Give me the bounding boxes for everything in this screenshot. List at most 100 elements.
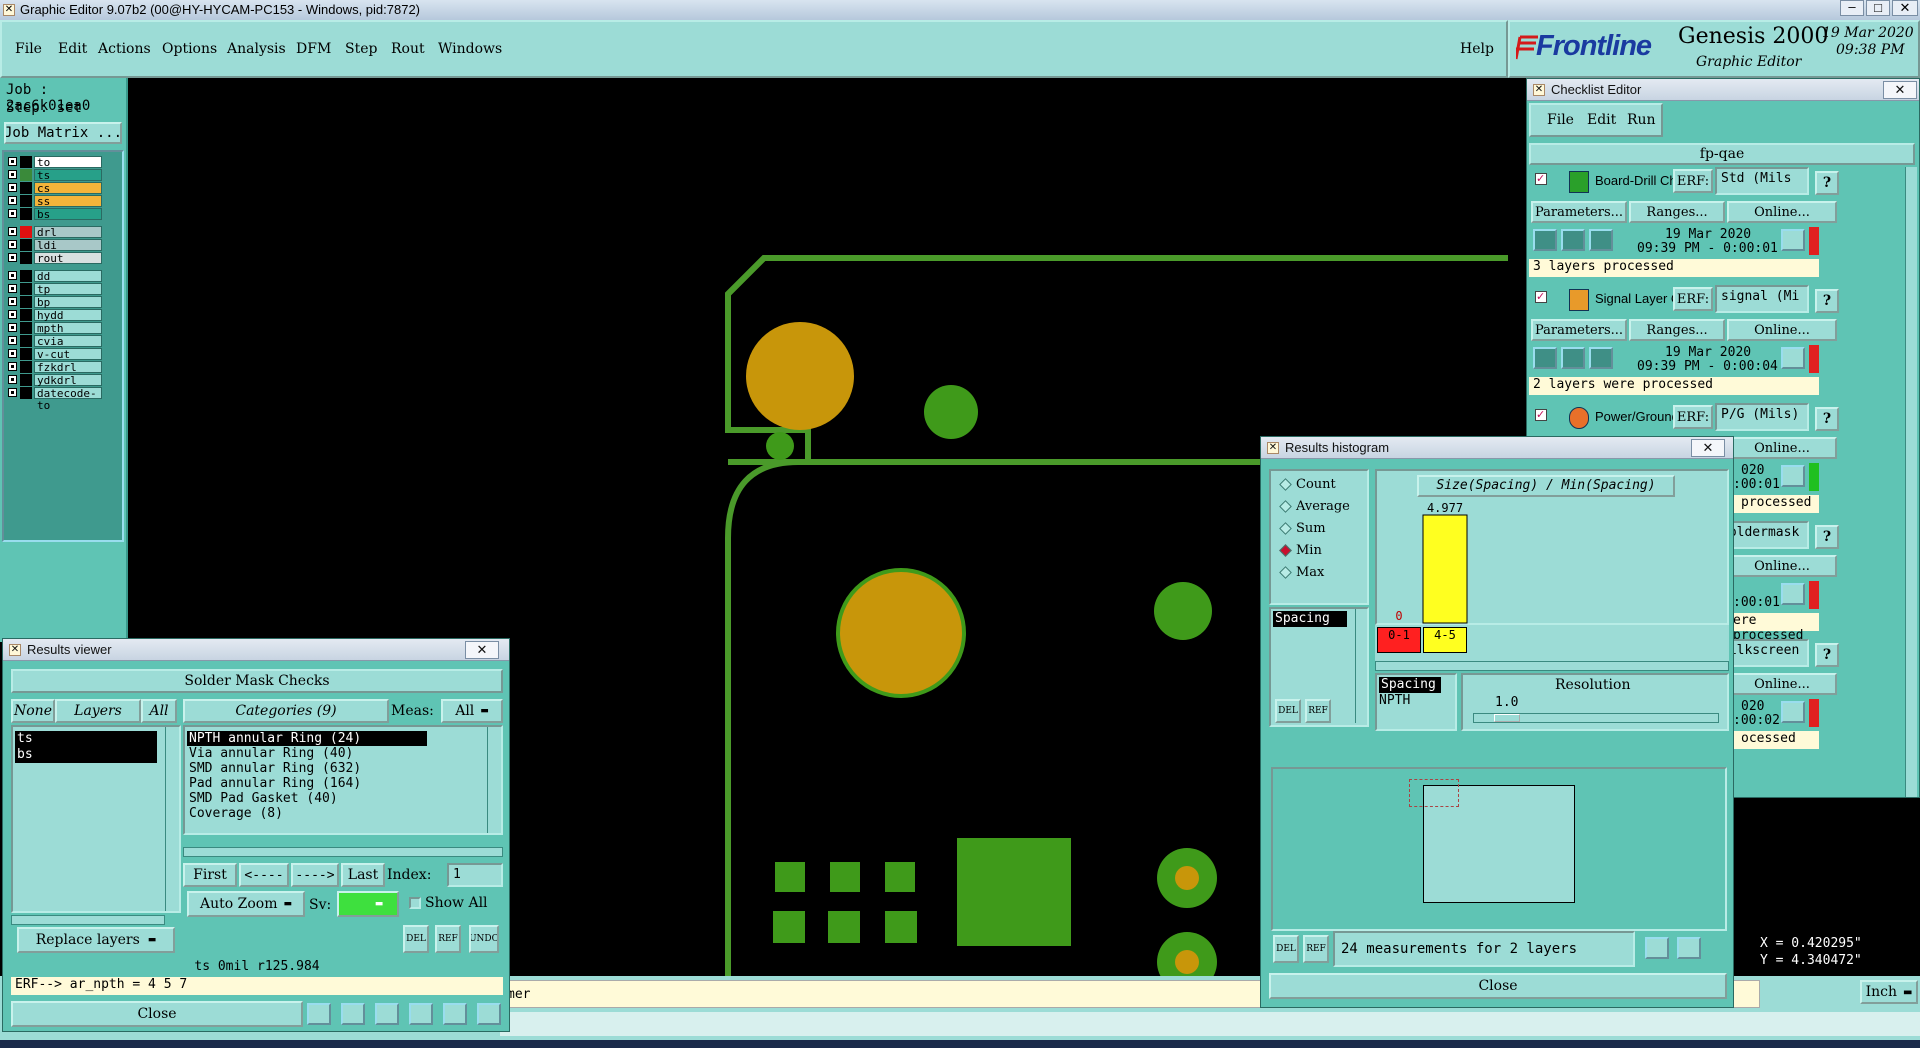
- layer-row-rout[interactable]: rout: [6, 252, 102, 265]
- check-enabled-icon[interactable]: ✓: [1535, 173, 1547, 185]
- menu-windows[interactable]: Windows: [438, 41, 502, 57]
- erf-button[interactable]: ERF:: [1673, 169, 1713, 193]
- category-item[interactable]: NPTH annular Ring (24): [187, 731, 427, 746]
- layer-checkbox[interactable]: [8, 336, 17, 345]
- del-button[interactable]: DEL: [1273, 935, 1299, 963]
- menu-help[interactable]: Help: [1460, 41, 1494, 57]
- parameters-button[interactable]: Parameters...: [1531, 319, 1627, 341]
- window-menu-icon[interactable]: ✕: [9, 644, 21, 656]
- results-close-button[interactable]: Close: [11, 1001, 303, 1027]
- auto-zoom-select[interactable]: Auto Zoom ▬: [187, 891, 305, 917]
- next-button[interactable]: ---->: [291, 863, 339, 887]
- layer-row-ss[interactable]: ss: [6, 195, 102, 208]
- option-average[interactable]: Average: [1279, 499, 1350, 514]
- histogram-title-bar[interactable]: ✕ Results histogram ✕: [1261, 437, 1733, 459]
- layer-row-bs[interactable]: bs: [6, 208, 102, 221]
- layer-row-cs[interactable]: cs: [6, 182, 102, 195]
- category-item[interactable]: SMD annular Ring (632): [187, 761, 427, 776]
- first-button[interactable]: First: [183, 863, 237, 887]
- units-select[interactable]: Inch ▬: [1860, 980, 1918, 1004]
- layer-checkbox[interactable]: [8, 209, 17, 218]
- job-matrix-button[interactable]: Job Matrix ...: [4, 122, 122, 144]
- list-scrollbar[interactable]: [1355, 609, 1367, 723]
- help-button[interactable]: ?: [1815, 289, 1839, 313]
- index-input[interactable]: 1: [447, 863, 503, 887]
- layer-checkbox[interactable]: [8, 388, 17, 397]
- zoom-icon[interactable]: [1781, 465, 1805, 487]
- erf-button[interactable]: ERF:: [1673, 287, 1713, 311]
- layer-checkbox[interactable]: [8, 362, 17, 371]
- results-title-bar[interactable]: ✕ Results viewer ✕: [3, 639, 509, 661]
- meas-select[interactable]: All ▬: [441, 699, 503, 723]
- layer-checkbox[interactable]: [8, 323, 17, 332]
- help-button[interactable]: ?: [1815, 643, 1839, 667]
- category-item[interactable]: Via annular Ring (40): [187, 746, 427, 761]
- layer-row-ts[interactable]: ts: [6, 169, 102, 182]
- zoom-icon[interactable]: [1781, 347, 1805, 369]
- layer-checkbox[interactable]: [8, 375, 17, 384]
- del-button[interactable]: DEL: [1275, 699, 1301, 723]
- layer-row-mpth[interactable]: mpth: [6, 322, 102, 335]
- layer-checkbox[interactable]: [8, 284, 17, 293]
- zoom-icon[interactable]: [1781, 583, 1805, 605]
- layer-checkbox[interactable]: [8, 349, 17, 358]
- option-max[interactable]: Max: [1279, 565, 1324, 580]
- histogram-icon[interactable]: [477, 1003, 501, 1025]
- list-item-spacing[interactable]: Spacing: [1273, 611, 1347, 627]
- layer-row-v-cut[interactable]: v-cut: [6, 348, 102, 361]
- erf-field[interactable]: P/G (Mils): [1715, 403, 1809, 431]
- erf-field[interactable]: Std (Mils: [1715, 167, 1809, 195]
- layer-checkbox[interactable]: [8, 170, 17, 179]
- layer-row-datecode-to[interactable]: datecode-to: [6, 387, 102, 412]
- tool-icon-5[interactable]: [443, 1003, 467, 1025]
- online-button[interactable]: Online...: [1727, 555, 1837, 577]
- layer-checkbox[interactable]: [8, 253, 17, 262]
- ranges-button[interactable]: Ranges...: [1629, 319, 1725, 341]
- erf-field[interactable]: signal (Mi: [1715, 285, 1809, 313]
- category-hscroll[interactable]: [183, 847, 503, 857]
- prev-button[interactable]: <----: [239, 863, 289, 887]
- option-min[interactable]: Min: [1279, 543, 1322, 558]
- show-all-checkbox[interactable]: [409, 897, 421, 909]
- layer-row-ydkdrl[interactable]: ydkdrl: [6, 374, 102, 387]
- layers-tab[interactable]: Layers: [55, 699, 141, 723]
- tool-icon-1[interactable]: [307, 1003, 331, 1025]
- layer-checkbox[interactable]: [8, 227, 17, 236]
- layer-checkbox[interactable]: [8, 271, 17, 280]
- run-icon[interactable]: [1533, 229, 1557, 251]
- window-menu-icon[interactable]: ✕: [1533, 84, 1545, 96]
- resolution-slider[interactable]: [1473, 713, 1719, 723]
- erf-button[interactable]: ERF:: [1673, 405, 1713, 429]
- close-icon[interactable]: ✕: [1883, 81, 1917, 99]
- layer-row-tp[interactable]: tp: [6, 283, 102, 296]
- checklist-menu-edit[interactable]: Edit: [1587, 112, 1616, 128]
- help-button[interactable]: ?: [1815, 171, 1839, 195]
- help-button[interactable]: ?: [1815, 525, 1839, 549]
- layer-list-scrollbar[interactable]: [165, 727, 179, 911]
- option-sum[interactable]: Sum: [1279, 521, 1326, 536]
- check-enabled-icon[interactable]: ✓: [1535, 291, 1547, 303]
- menu-options[interactable]: Options: [162, 41, 217, 57]
- ref-button[interactable]: REF: [435, 925, 461, 953]
- histogram-bin-label[interactable]: 0-1: [1377, 627, 1421, 653]
- option-count[interactable]: Count: [1279, 477, 1336, 492]
- layer-row-to[interactable]: to: [6, 156, 102, 169]
- layer-row-hydd[interactable]: hydd: [6, 309, 102, 322]
- none-button[interactable]: None: [11, 699, 55, 723]
- help-button[interactable]: ?: [1815, 407, 1839, 431]
- menu-rout[interactable]: Rout: [391, 41, 425, 57]
- stop-icon[interactable]: [1589, 347, 1613, 369]
- bin-item-npth[interactable]: NPTH: [1379, 693, 1410, 708]
- tool-icon-3[interactable]: [375, 1003, 399, 1025]
- menu-dfm[interactable]: DFM: [296, 41, 331, 57]
- layer-item-ts[interactable]: ts: [15, 731, 157, 747]
- layer-checkbox[interactable]: [8, 297, 17, 306]
- layer-row-dd[interactable]: dd: [6, 270, 102, 283]
- zoom-icon[interactable]: [1781, 229, 1805, 251]
- layer-checkbox[interactable]: [8, 157, 17, 166]
- category-item[interactable]: SMD Pad Gasket (40): [187, 791, 427, 806]
- layer-checkbox[interactable]: [8, 196, 17, 205]
- run-all-icon[interactable]: [1561, 347, 1585, 369]
- minimize-icon[interactable]: –: [1840, 0, 1864, 16]
- slider-thumb[interactable]: [1494, 714, 1520, 722]
